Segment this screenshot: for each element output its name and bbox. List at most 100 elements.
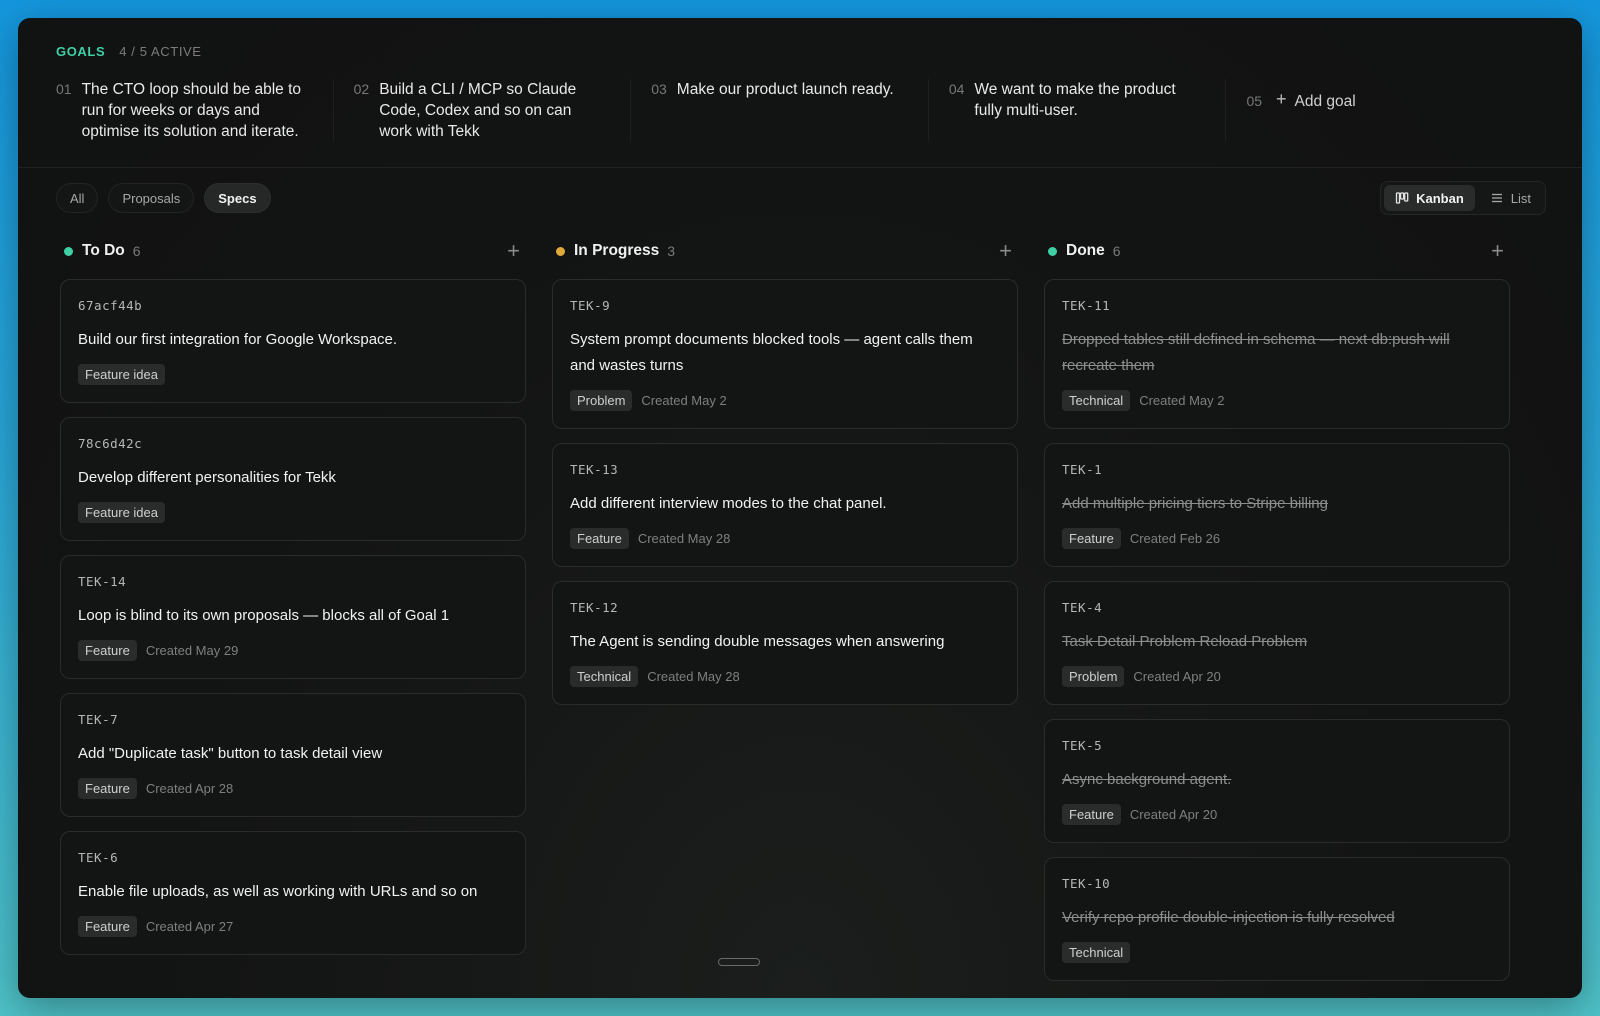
card-tag: Problem (570, 390, 633, 411)
plus-icon: + (1276, 89, 1287, 109)
goal-text: We want to make the product fully multi-… (974, 81, 1176, 119)
status-dot (64, 246, 73, 256)
card-created-date: Created May 28 (647, 669, 740, 684)
card-tag: Feature (78, 778, 137, 799)
card-id: TEK-13 (570, 462, 619, 477)
card-meta: Problem Created Apr 20 (1062, 666, 1492, 687)
goal-number: 05 (1246, 93, 1263, 109)
card-created-date: Created May 29 (145, 643, 239, 658)
goals-list: 01 The CTO loop should be able to run fo… (56, 79, 1544, 141)
card-tag: Feature idea (78, 502, 165, 523)
card-meta: Technical (1062, 942, 1492, 963)
scroll-handle[interactable] (718, 958, 760, 966)
card-meta: Feature Created Apr 27 (78, 916, 508, 937)
card-meta: Feature idea (78, 502, 508, 523)
card-tag: Technical (1062, 942, 1131, 963)
filter-all[interactable]: All (56, 183, 99, 213)
card-tag: Technical (570, 666, 639, 687)
task-card[interactable]: TEK-13 Add different interview modes to … (552, 443, 1018, 567)
add-goal-button[interactable]: 05 + Add goal (1246, 79, 1524, 141)
goals-active-count: 4 / 5 ACTIVE (119, 44, 202, 59)
goal-number: 04 (948, 81, 965, 97)
goal-item[interactable]: 04 We want to make the product fully mul… (949, 79, 1227, 141)
filter-bar: All Proposals Specs Kanban List (18, 180, 1582, 216)
card-meta: Technical Created May 2 (1062, 390, 1492, 411)
card-id: TEK-1 (1062, 462, 1103, 477)
task-card[interactable]: 67acf44b Build our first integration for… (60, 279, 526, 403)
goal-number: 02 (353, 81, 370, 97)
card-title: Async background agent. (1062, 771, 1232, 788)
card-meta: Feature Created Apr 20 (1062, 804, 1492, 825)
kanban-board: To Do 6 + 67acf44b Build our first integ… (18, 235, 1582, 981)
goal-text: Make our product launch ready. (676, 81, 894, 98)
card-created-date: Created Apr 20 (1133, 669, 1221, 684)
card-title: Develop different personalities for Tekk (78, 469, 336, 486)
kanban-label: Kanban (1416, 190, 1464, 206)
task-card[interactable]: TEK-7 Add "Duplicate task" button to tas… (60, 693, 526, 817)
goals-header: GOALS 4 / 5 ACTIVE (56, 44, 1544, 59)
view-toggle: Kanban List (1380, 181, 1546, 215)
card-id: 78c6d42c (78, 436, 143, 451)
task-card[interactable]: TEK-9 System prompt documents blocked to… (552, 279, 1018, 429)
task-card[interactable]: TEK-14 Loop is blind to its own proposal… (60, 555, 526, 679)
add-card-icon[interactable]: + (1491, 240, 1504, 262)
column-todo: To Do 6 + 67acf44b Build our first integ… (60, 235, 526, 981)
filter-proposals[interactable]: Proposals (108, 183, 195, 213)
task-card[interactable]: TEK-10 Verify repo profile double-inject… (1044, 857, 1510, 981)
card-id: TEK-6 (78, 850, 119, 865)
card-created-date: Created May 2 (641, 393, 727, 408)
card-id: TEK-9 (570, 298, 611, 313)
card-title: Add "Duplicate task" button to task deta… (78, 745, 383, 762)
card-id: TEK-4 (1062, 600, 1103, 615)
card-id: 67acf44b (78, 298, 143, 313)
card-tag: Feature (78, 640, 137, 661)
task-card[interactable]: 78c6d42c Develop different personalities… (60, 417, 526, 541)
filter-chips: All Proposals Specs (56, 183, 271, 213)
column-title: In Progress (574, 242, 660, 259)
goal-text: The CTO loop should be able to run for w… (81, 81, 302, 140)
task-card[interactable]: TEK-6 Enable file uploads, as well as wo… (60, 831, 526, 955)
card-title: Enable file uploads, as well as working … (78, 883, 478, 900)
add-card-icon[interactable]: + (999, 240, 1012, 262)
kanban-view-button[interactable]: Kanban (1384, 185, 1475, 211)
column-done: Done 6 + TEK-11 Dropped tables still def… (1044, 235, 1510, 981)
column-count: 3 (667, 243, 676, 259)
task-card[interactable]: TEK-4 Task Detail Problem Reload Problem… (1044, 581, 1510, 705)
goal-item[interactable]: 01 The CTO loop should be able to run fo… (56, 79, 334, 141)
goal-number: 01 (56, 81, 72, 97)
task-card[interactable]: TEK-12 The Agent is sending double messa… (552, 581, 1018, 705)
card-created-date: Created Apr 27 (145, 919, 234, 934)
list-view-button[interactable]: List (1479, 185, 1542, 211)
task-card[interactable]: TEK-5 Async background agent. Feature Cr… (1044, 719, 1510, 843)
filter-specs[interactable]: Specs (204, 183, 271, 213)
card-title: Add multiple pricing tiers to Stripe bil… (1062, 495, 1328, 512)
goal-item[interactable]: 02 Build a CLI / MCP so Claude Code, Cod… (354, 79, 632, 141)
goals-panel: GOALS 4 / 5 ACTIVE 01 The CTO loop shoul… (18, 18, 1582, 168)
card-meta: Feature idea (78, 364, 508, 385)
card-tag: Technical (1062, 390, 1131, 411)
card-title: Dropped tables still defined in schema —… (1062, 331, 1450, 374)
add-goal-label: Add goal (1294, 93, 1356, 110)
card-tag: Problem (1062, 666, 1125, 687)
task-card[interactable]: TEK-1 Add multiple pricing tiers to Stri… (1044, 443, 1510, 567)
kanban-icon (1395, 192, 1409, 204)
card-meta: Feature Created Feb 26 (1062, 528, 1492, 549)
card-created-date: Created Apr 28 (145, 781, 234, 796)
goals-title: GOALS (56, 44, 106, 59)
task-card[interactable]: TEK-11 Dropped tables still defined in s… (1044, 279, 1510, 429)
column-title: Done (1066, 242, 1105, 259)
card-meta: Technical Created May 28 (570, 666, 1000, 687)
card-created-date: Created Apr 20 (1129, 807, 1218, 822)
add-card-icon[interactable]: + (507, 240, 520, 262)
goal-number: 03 (651, 81, 667, 97)
card-tag: Feature (78, 916, 137, 937)
card-title: System prompt documents blocked tools — … (570, 331, 973, 374)
goal-item[interactable]: 03 Make our product launch ready. (651, 79, 929, 141)
goal-text: Build a CLI / MCP so Claude Code, Codex … (379, 81, 577, 140)
card-list: TEK-11 Dropped tables still defined in s… (1044, 279, 1510, 981)
card-title: Verify repo profile double-injection is … (1062, 909, 1395, 926)
card-meta: Problem Created May 2 (570, 390, 1000, 411)
card-title: Loop is blind to its own proposals — blo… (78, 607, 450, 624)
card-title: Build our first integration for Google W… (78, 331, 398, 348)
card-tag: Feature idea (78, 364, 165, 385)
